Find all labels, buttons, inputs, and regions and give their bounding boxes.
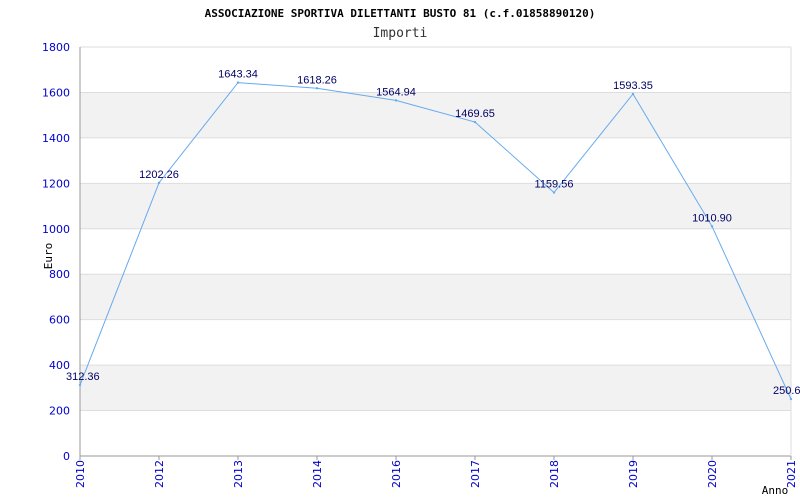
data-point — [78, 383, 82, 387]
x-tick-label: 2020 — [706, 460, 719, 488]
data-label: 1643.34 — [218, 69, 258, 81]
y-tick-label: 200 — [49, 405, 70, 418]
data-label: 1618.26 — [297, 74, 337, 86]
y-tick-label: 600 — [49, 314, 70, 327]
data-point — [789, 397, 793, 401]
x-tick-label: 2018 — [548, 460, 561, 488]
data-label: 312.36 — [66, 371, 100, 383]
grid-band — [80, 274, 791, 320]
data-label: 1469.65 — [455, 108, 495, 120]
data-point — [157, 181, 161, 185]
chart-background — [0, 0, 800, 500]
x-tick-label: 2010 — [74, 460, 87, 488]
data-label: 1593.35 — [613, 80, 653, 92]
y-tick-label: 1000 — [42, 223, 70, 236]
chart-subtitle: Importi — [373, 26, 428, 41]
x-tick-label: 2019 — [627, 460, 640, 488]
data-label: 1564.94 — [376, 86, 416, 98]
y-tick-label: 1400 — [42, 132, 70, 145]
x-tick-label: 2013 — [232, 460, 245, 488]
data-point — [710, 225, 714, 228]
data-point — [394, 99, 398, 102]
line-chart: 020040060080010001200140016001800 2010 20… — [0, 0, 800, 500]
x-axis-label: Anno — [762, 484, 789, 497]
data-label: 1202.26 — [139, 169, 179, 181]
data-point — [631, 92, 635, 96]
grid-band — [80, 92, 791, 138]
x-tick-label: 2016 — [390, 460, 403, 488]
chart-title: ASSOCIAZIONE SPORTIVA DILETTANTI BUSTO 8… — [205, 7, 596, 20]
x-tick-label: 2017 — [469, 460, 482, 488]
data-point — [552, 191, 556, 194]
data-label: 250.6 — [773, 385, 800, 397]
grid-band — [80, 365, 791, 411]
data-point — [236, 81, 240, 84]
x-tick-label: 2012 — [153, 460, 166, 488]
data-point — [315, 87, 319, 90]
data-label: 1159.56 — [535, 179, 574, 191]
x-tick-label: 2014 — [311, 460, 324, 488]
grid-band — [80, 183, 791, 229]
y-tick-label: 1600 — [42, 86, 70, 99]
y-tick-label: 1200 — [42, 177, 70, 190]
data-label: 1010.90 — [692, 212, 732, 224]
y-tick-label: 1800 — [42, 41, 70, 54]
data-point — [473, 120, 477, 124]
y-axis-label: Euro — [42, 243, 55, 270]
y-tick-label: 0 — [63, 450, 70, 463]
